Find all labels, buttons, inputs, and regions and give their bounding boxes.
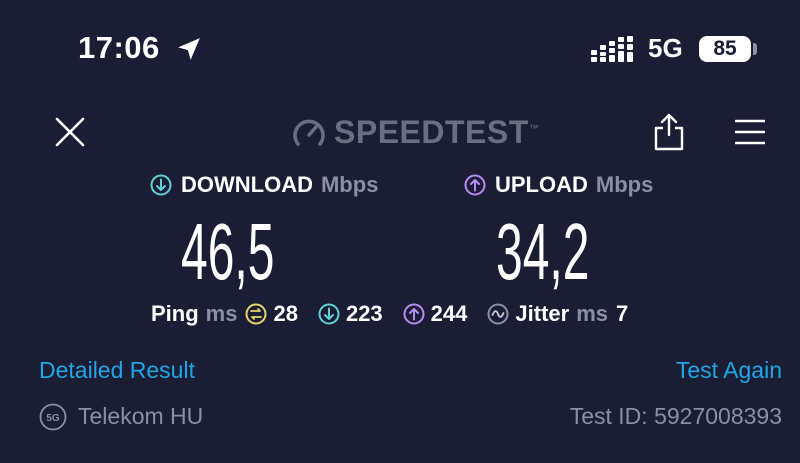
jitter-icon — [487, 303, 509, 325]
download-value: 46,5 — [181, 207, 275, 296]
download-unit: Mbps — [320, 172, 379, 197]
menu-icon[interactable] — [735, 118, 765, 146]
test-id: Test ID: 5927008393 — [569, 403, 782, 429]
close-icon[interactable] — [54, 116, 86, 148]
jitter-label: Jitter — [515, 301, 570, 326]
ping-label: Ping — [151, 301, 199, 326]
speedometer-icon — [293, 119, 325, 146]
provider-name: Telekom HU — [78, 403, 204, 429]
brand-logo: SPEEDTEST™ — [334, 114, 539, 151]
detailed-result-link[interactable]: Detailed Result — [39, 357, 195, 384]
battery-icon: 85 — [699, 36, 751, 62]
ping-idle-value: 28 — [273, 301, 298, 326]
ping-unit: ms — [205, 301, 238, 326]
jitter-value: 7 — [615, 301, 629, 326]
test-again-link[interactable]: Test Again — [676, 357, 782, 384]
download-header: DOWNLOAD Mbps — [150, 172, 378, 198]
ping-idle-icon — [245, 303, 267, 325]
upload-header: UPLOAD Mbps — [464, 172, 653, 198]
ping-row: Ping ms 28 223 244 Jitter ms 7 — [151, 301, 628, 327]
provider-badge-text: 5G — [46, 413, 60, 424]
upload-label: UPLOAD — [495, 172, 588, 197]
battery-tip — [753, 43, 757, 55]
battery-level: 85 — [713, 37, 737, 60]
download-label: DOWNLOAD — [181, 172, 313, 197]
location-arrow-icon — [178, 38, 200, 60]
network-badge-icon: 5G — [39, 403, 67, 431]
upload-value: 34,2 — [496, 207, 590, 296]
share-icon[interactable] — [652, 113, 686, 151]
ping-download-icon — [318, 303, 340, 325]
upload-unit: Mbps — [595, 172, 654, 197]
brand-trademark: ™ — [528, 123, 540, 135]
ping-upload-icon — [403, 303, 425, 325]
ping-download-value: 223 — [345, 301, 383, 326]
brand-text: SPEEDTEST — [334, 114, 529, 150]
download-arrow-icon — [150, 174, 172, 196]
signal-bars-icon — [591, 36, 633, 62]
network-type: 5G — [648, 33, 683, 63]
ping-upload-value: 244 — [430, 301, 468, 326]
jitter-unit: ms — [576, 301, 608, 326]
upload-arrow-icon — [464, 174, 486, 196]
status-time: 17:06 — [78, 30, 160, 65]
